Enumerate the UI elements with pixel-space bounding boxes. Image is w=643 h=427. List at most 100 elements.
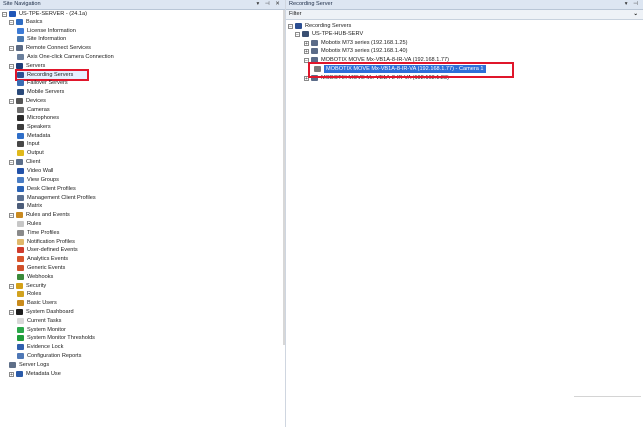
servers-icon: [16, 63, 23, 69]
left-tree-label: Failover Servers: [27, 80, 68, 86]
right-tree-item[interactable]: − US-TPE-HUB-SERV: [295, 30, 363, 38]
left-tree-item[interactable]: Server Logs: [9, 361, 49, 369]
recording-server-titlebar: Recording Server ▾ ⊣: [286, 0, 643, 10]
collapse-icon[interactable]: −: [295, 31, 300, 37]
input-icon: [17, 141, 24, 147]
left-tree-item[interactable]: Roles: [17, 290, 41, 298]
left-tree-item[interactable]: − Security: [9, 282, 46, 290]
right-tree-label: MOBOTIX MOVE Mx-VB1A-2-IR-VA (192.168.1.…: [321, 75, 449, 81]
left-tree-label: Security: [26, 283, 47, 289]
left-tree-item[interactable]: Recording Servers: [14, 69, 90, 81]
collapse-icon[interactable]: −: [288, 23, 293, 29]
expand-icon[interactable]: +: [304, 75, 309, 81]
left-tree-item[interactable]: System Monitor: [17, 326, 66, 334]
left-tree-item[interactable]: Speakers: [17, 123, 51, 131]
right-tree-item[interactable]: + Mobotix M73 series (192.168.1.40): [304, 47, 407, 55]
collapse-icon[interactable]: −: [304, 57, 309, 63]
left-tree-label: System Monitor: [27, 327, 66, 333]
collapse-icon[interactable]: −: [9, 159, 14, 165]
left-tree-label: Rules and Events: [26, 212, 70, 218]
right-tree-item[interactable]: − MOBOTIX MOVE Mx-VB1A-8-IR-VA (192.168.1…: [304, 56, 449, 64]
left-tree-label: Analytics Events: [27, 256, 69, 262]
filter-bar[interactable]: Filter ⌄: [286, 10, 643, 20]
left-tree-item[interactable]: View Groups: [17, 176, 59, 184]
vertical-scrollbar[interactable]: [283, 10, 285, 345]
left-tree-item[interactable]: Video Wall: [17, 167, 53, 175]
camera-connection-icon: [17, 54, 24, 60]
right-tree-item[interactable]: − Recording Servers: [288, 22, 351, 30]
left-tree-item[interactable]: − Basics: [9, 18, 42, 26]
left-tree-item[interactable]: User-defined Events: [17, 246, 78, 254]
collapse-icon[interactable]: −: [9, 283, 14, 289]
left-tree-item[interactable]: Configuration Reports: [17, 352, 81, 360]
thresholds-icon: [17, 335, 24, 341]
left-tree-item[interactable]: Cameras: [17, 106, 50, 114]
right-tree-item[interactable]: MOBOTIX MOVE Mx-VB1A-8-IR-VA (192.168.1.…: [314, 65, 486, 73]
left-tree-item[interactable]: + Metadata Use: [9, 370, 61, 378]
notification-icon: [17, 239, 24, 245]
view-groups-icon: [17, 177, 24, 183]
left-tree-item[interactable]: − Servers: [9, 62, 45, 70]
left-tree-label: Metadata: [27, 133, 51, 139]
left-tree-label: System Dashboard: [26, 309, 74, 315]
right-tree-label: MOBOTIX MOVE Mx-VB1A-8-IR-VA (192.168.1.…: [321, 57, 449, 63]
left-tree-item[interactable]: Notification Profiles: [17, 238, 75, 246]
horizontal-scrollbar[interactable]: [574, 396, 641, 397]
left-tree-item[interactable]: Desk Client Profiles: [17, 185, 76, 193]
left-tree-item[interactable]: − Devices: [9, 97, 46, 105]
left-tree-item[interactable]: − US-TPE-SERVER - (24.1a): [2, 10, 87, 18]
collapse-icon[interactable]: −: [9, 309, 14, 315]
left-tree-item[interactable]: Evidence Lock: [17, 343, 63, 351]
left-tree-label: Webhooks: [27, 274, 54, 280]
left-tree-item[interactable]: Input: [17, 140, 39, 148]
collapse-icon[interactable]: −: [9, 19, 14, 25]
left-tree-item[interactable]: Mobile Servers: [17, 88, 64, 96]
left-tree-item[interactable]: − Rules and Events: [9, 211, 70, 219]
collapse-icon[interactable]: −: [9, 98, 14, 104]
left-tree-item[interactable]: Rules: [17, 220, 41, 228]
camera-icon: [314, 66, 321, 72]
matrix-icon: [17, 203, 24, 209]
right-tree-label: Mobotix M73 series (192.168.1.25): [321, 40, 408, 46]
security-icon: [16, 283, 23, 289]
expand-icon[interactable]: +: [9, 371, 14, 377]
collapse-icon[interactable]: −: [9, 45, 14, 51]
collapse-icon[interactable]: −: [9, 63, 14, 69]
hardware-icon: [311, 57, 318, 63]
left-tree-item[interactable]: Current Tasks: [17, 317, 61, 325]
left-tree-item[interactable]: System Monitor Thresholds: [17, 334, 95, 342]
left-tree-item[interactable]: Failover Servers: [17, 79, 68, 87]
right-tree-item[interactable]: + MOBOTIX MOVE Mx-VB1A-2-IR-VA (192.168.1…: [304, 74, 449, 82]
left-tree-item[interactable]: Management Client Profiles: [17, 194, 96, 202]
left-tree-item[interactable]: Basic Users: [17, 299, 57, 307]
collapse-icon[interactable]: −: [9, 212, 14, 218]
left-tree-item[interactable]: Analytics Events: [17, 255, 68, 263]
left-tree-item[interactable]: Metadata: [17, 132, 50, 140]
left-tree-item[interactable]: Generic Events: [17, 264, 65, 272]
right-tree-item[interactable]: + Mobotix M73 series (192.168.1.25): [304, 39, 407, 47]
left-tree-label: Video Wall: [27, 168, 54, 174]
pin-controls[interactable]: ▾ ⊣: [625, 0, 640, 9]
webhooks-icon: [17, 274, 24, 280]
hardware-icon: [311, 75, 318, 81]
left-tree-item[interactable]: Matrix: [17, 202, 42, 210]
left-tree-item[interactable]: Output: [17, 149, 44, 157]
left-tree-item[interactable]: Axis One-click Camera Connection: [17, 53, 114, 61]
left-tree-label: Basics: [26, 19, 43, 25]
collapse-icon[interactable]: −: [2, 11, 7, 17]
left-tree-item[interactable]: License Information: [17, 27, 76, 35]
left-tree-item[interactable]: Microphones: [17, 114, 59, 122]
expand-icon[interactable]: +: [304, 40, 309, 46]
chevron-down-icon[interactable]: ⌄: [633, 10, 638, 19]
pane-controls[interactable]: ▾ ⊣ ✕: [257, 0, 282, 9]
camera-icon: [17, 107, 24, 113]
left-tree-item[interactable]: Site Information: [17, 35, 66, 43]
expand-icon[interactable]: +: [304, 48, 309, 54]
left-tree-label: Current Tasks: [27, 318, 62, 324]
left-tree-item[interactable]: − Client: [9, 158, 40, 166]
left-tree-item[interactable]: Time Profiles: [17, 229, 59, 237]
left-tree-item[interactable]: − Remote Connect Services: [9, 44, 91, 52]
left-tree-item[interactable]: − System Dashboard: [9, 308, 74, 316]
left-tree-item[interactable]: Webhooks: [17, 273, 53, 281]
site-navigation-title: Site Navigation: [3, 1, 41, 7]
